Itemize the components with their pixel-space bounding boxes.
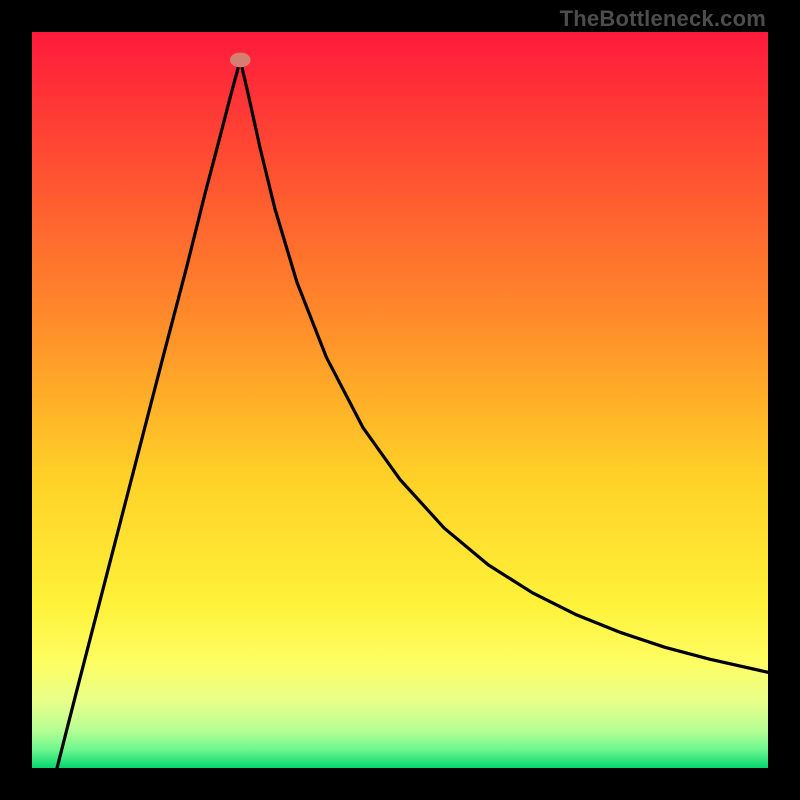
minimum-marker [230,53,251,68]
chart-background-gradient [32,32,768,768]
watermark-text: TheBottleneck.com [560,6,766,32]
bottleneck-curve-chart [32,32,768,768]
chart-frame [32,32,768,768]
